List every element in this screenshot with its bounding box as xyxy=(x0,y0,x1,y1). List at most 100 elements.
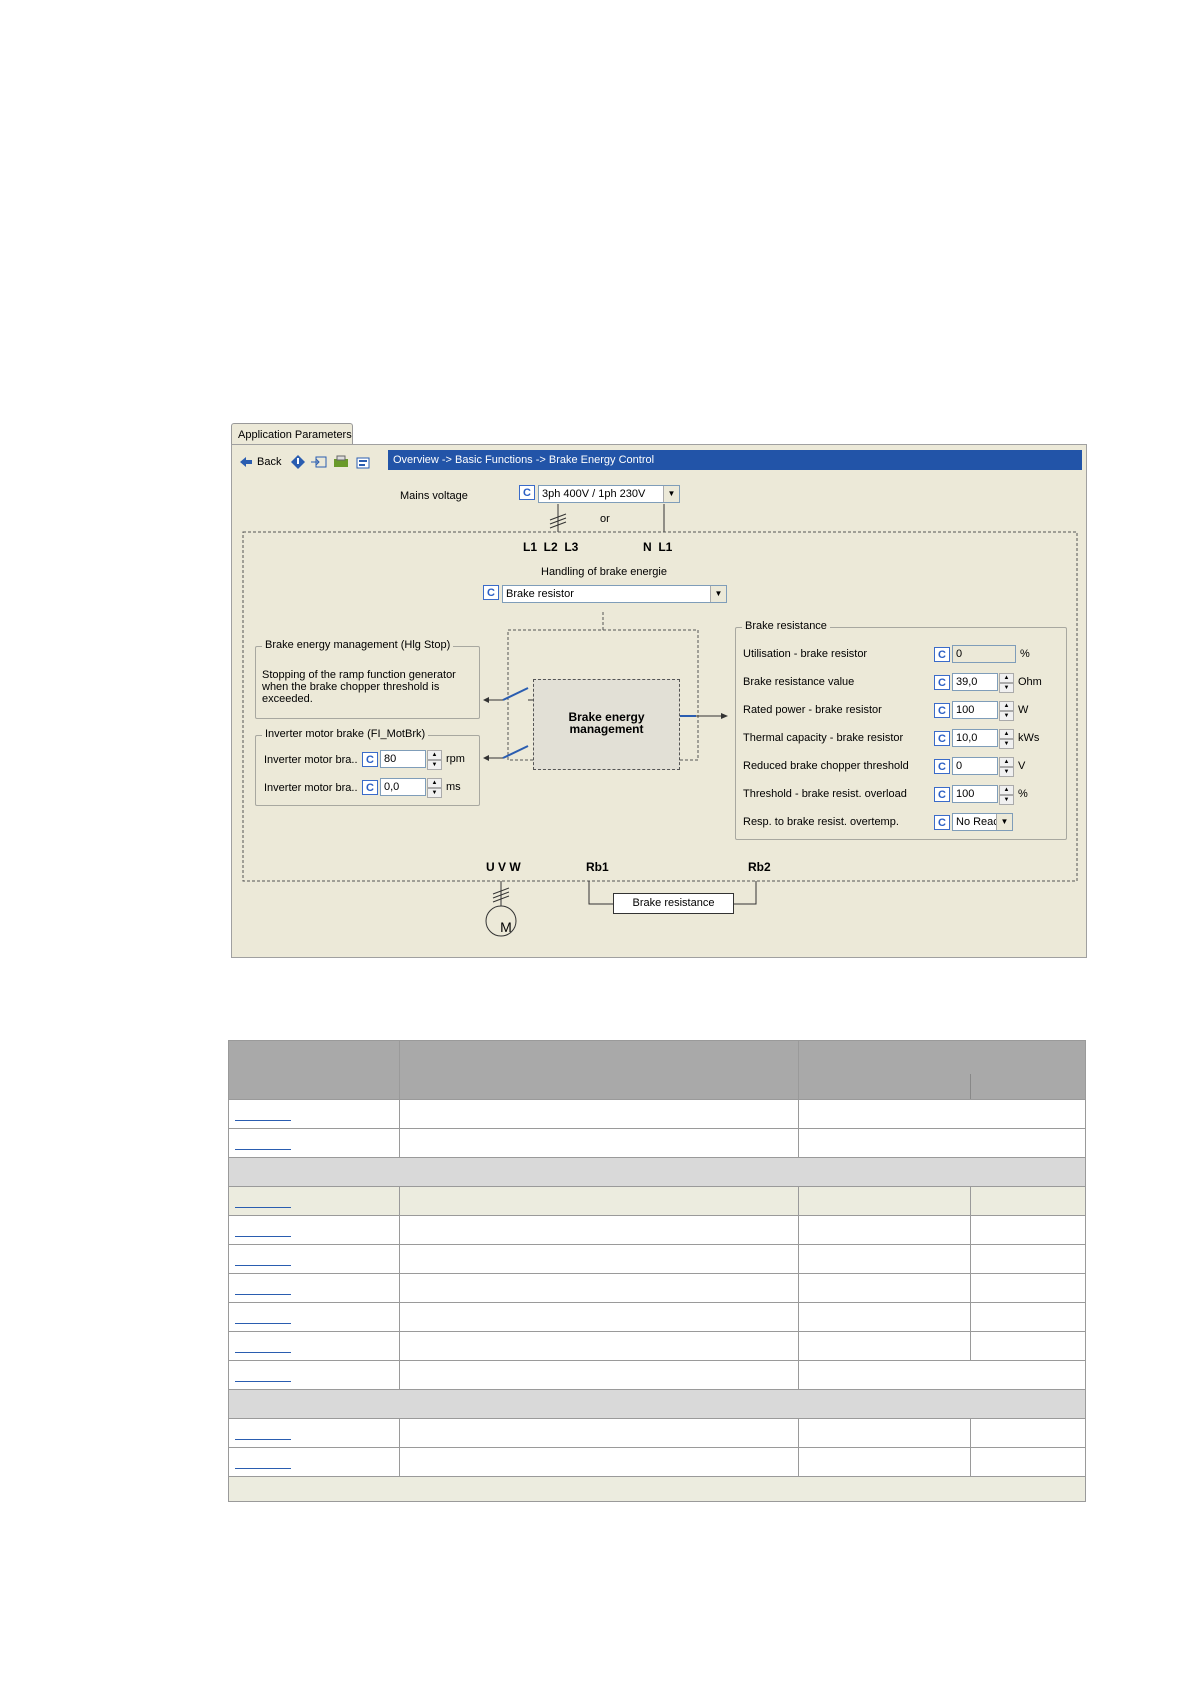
table-link[interactable] xyxy=(235,1438,291,1440)
header-cell xyxy=(228,1040,400,1100)
motor-brake-row-control: C 80 ▲ ▼ rpm xyxy=(362,750,465,770)
brake-resistance-row-control: C 0 ▲ ▼ V xyxy=(934,757,1025,777)
c-button[interactable]: C xyxy=(934,674,950,690)
table-row xyxy=(228,1360,1086,1390)
table-row xyxy=(228,1331,1086,1361)
brake-resistance-row-label: Rated power - brake resistor xyxy=(743,704,882,716)
motor-brake-title: Inverter motor brake (FI_MotBrk) xyxy=(262,728,429,740)
spin-down-icon[interactable]: ▼ xyxy=(999,683,1014,693)
brake-resistance-row-label: Thermal capacity - brake resistor xyxy=(743,732,904,744)
brake-resistance-row-label: Resp. to brake resist. overtemp. xyxy=(743,816,899,828)
spinner[interactable]: ▲ ▼ xyxy=(999,757,1014,777)
spin-up-icon[interactable]: ▲ xyxy=(999,785,1014,795)
terminals-n-l1: N L1 xyxy=(643,540,673,554)
spin-down-icon[interactable]: ▼ xyxy=(999,711,1014,721)
brake-resistance-value-input: 0 xyxy=(952,645,1016,663)
chevron-down-icon: ▼ xyxy=(710,586,726,602)
table-row xyxy=(228,1273,1086,1303)
table-link[interactable] xyxy=(235,1380,291,1382)
spin-up-icon[interactable]: ▲ xyxy=(427,778,442,788)
handling-select[interactable]: Brake resistor ▼ xyxy=(502,585,727,603)
table-link[interactable] xyxy=(235,1235,291,1237)
block-line2: management xyxy=(569,722,644,736)
spinner[interactable]: ▲ ▼ xyxy=(427,750,442,770)
motor-brake-time-input[interactable]: 0,0 xyxy=(380,778,426,796)
header-cell xyxy=(798,1040,1086,1100)
uvw-terminals: U V W xyxy=(486,860,521,874)
table-section-row xyxy=(228,1157,1086,1187)
brake-resistance-value-input[interactable]: 0 xyxy=(952,757,998,775)
table-link[interactable] xyxy=(235,1206,291,1208)
table-link[interactable] xyxy=(235,1467,291,1469)
hlg-stop-description: Stopping of the ramp function generator … xyxy=(262,669,456,705)
motor-brake-speed-input[interactable]: 80 xyxy=(380,750,426,768)
parameter-table xyxy=(228,1040,1086,1502)
unit-label: W xyxy=(1018,704,1029,716)
brake-energy-management-block: Brake energy management xyxy=(533,679,680,770)
terminals-l1-l2-l3: L1 L2 L3 xyxy=(523,540,579,554)
unit-label: kWs xyxy=(1018,732,1040,744)
brake-resistance-value-input[interactable]: 100 xyxy=(952,701,998,719)
motor-brake-row-label: Inverter motor bra.. xyxy=(264,782,358,794)
c-button[interactable]: C xyxy=(934,786,950,802)
table-link[interactable] xyxy=(235,1293,291,1295)
brake-resistance-row-control: C No Reac ▼ xyxy=(934,813,1013,831)
c-button[interactable]: C xyxy=(362,751,378,767)
hlg-stop-group: Brake energy management (Hlg Stop) Stopp… xyxy=(255,639,480,719)
hlg-stop-title: Brake energy management (Hlg Stop) xyxy=(262,639,454,651)
brake-resistance-row-control: C 100 ▲ ▼% xyxy=(934,785,1028,805)
brake-resistance-row-label: Brake resistance value xyxy=(743,676,855,688)
spin-down-icon[interactable]: ▼ xyxy=(999,767,1014,777)
spin-up-icon[interactable]: ▲ xyxy=(427,750,442,760)
spin-down-icon[interactable]: ▼ xyxy=(427,760,442,770)
brake-resistance-value-input[interactable]: 39,0 xyxy=(952,673,998,691)
table-row xyxy=(228,1128,1086,1158)
unit-label: Ohm xyxy=(1018,676,1042,688)
brake-resistance-row-label: Threshold - brake resist. overload xyxy=(743,788,907,800)
table-link[interactable] xyxy=(235,1148,291,1150)
brake-resistance-value-input[interactable]: 10,0 xyxy=(952,729,998,747)
c-button[interactable]: C xyxy=(934,814,950,830)
overtemp-response-select[interactable]: No Reac ▼ xyxy=(952,813,1013,831)
brake-resistance-row-label: Utilisation - brake resistor xyxy=(743,648,868,660)
table-header-row xyxy=(228,1040,1086,1100)
table-link[interactable] xyxy=(235,1322,291,1324)
header-cell xyxy=(398,1040,800,1100)
table-footer-row xyxy=(228,1476,1086,1502)
spinner[interactable]: ▲ ▼ xyxy=(999,729,1014,749)
spin-up-icon[interactable]: ▲ xyxy=(999,701,1014,711)
table-row xyxy=(228,1302,1086,1332)
brake-resistance-row-label: Reduced brake chopper threshold xyxy=(743,760,909,772)
spin-down-icon[interactable]: ▼ xyxy=(999,795,1014,805)
spin-up-icon[interactable]: ▲ xyxy=(999,757,1014,767)
c-button[interactable]: C xyxy=(934,730,950,746)
spin-up-icon[interactable]: ▲ xyxy=(999,729,1014,739)
handling-value: Brake resistor xyxy=(506,588,574,600)
spinner[interactable]: ▲ ▼ xyxy=(427,778,442,798)
c-button[interactable]: C xyxy=(934,758,950,774)
table-row xyxy=(228,1099,1086,1129)
table-link[interactable] xyxy=(235,1264,291,1266)
table-row xyxy=(228,1186,1086,1216)
chevron-down-icon: ▼ xyxy=(996,814,1012,830)
motor-brake-row-label: Inverter motor bra.. xyxy=(264,754,358,766)
c-button[interactable]: C xyxy=(362,779,378,795)
spin-up-icon[interactable]: ▲ xyxy=(999,673,1014,683)
spin-down-icon[interactable]: ▼ xyxy=(999,739,1014,749)
table-row xyxy=(228,1447,1086,1477)
spinner[interactable]: ▲ ▼ xyxy=(999,701,1014,721)
c-button[interactable]: C xyxy=(934,702,950,718)
motor-brake-row-control: C 0,0 ▲ ▼ ms xyxy=(362,778,461,798)
spin-down-icon[interactable]: ▼ xyxy=(427,788,442,798)
table-link[interactable] xyxy=(235,1351,291,1353)
tab-application-parameters[interactable]: Application Parameters xyxy=(231,423,353,445)
table-row xyxy=(228,1215,1086,1245)
table-link[interactable] xyxy=(235,1119,291,1121)
brake-resistance-value-input[interactable]: 100 xyxy=(952,785,998,803)
spinner[interactable]: ▲ ▼ xyxy=(999,785,1014,805)
c-button[interactable]: C xyxy=(934,646,950,662)
spinner[interactable]: ▲ ▼ xyxy=(999,673,1014,693)
handling-c-button[interactable]: C xyxy=(483,585,499,600)
brake-resistance-title: Brake resistance xyxy=(742,620,830,632)
overtemp-response-value: No Reac xyxy=(956,816,996,828)
